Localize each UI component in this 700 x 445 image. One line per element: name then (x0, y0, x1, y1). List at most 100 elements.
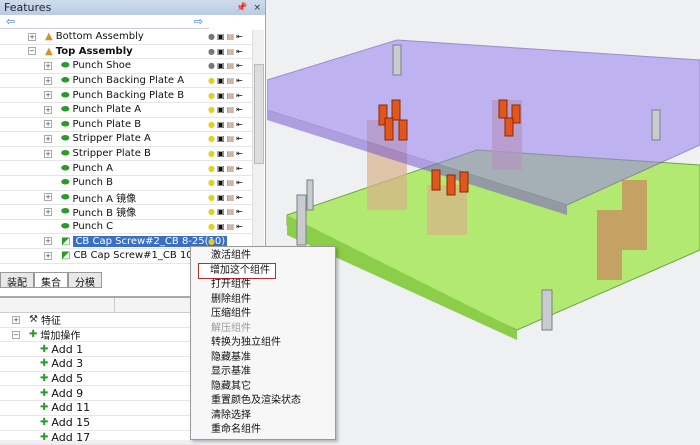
tree-row[interactable]: +⬬Punch Plate A●▣▤⇤ (0, 103, 252, 118)
lightbulb-icon[interactable]: ● (208, 120, 215, 129)
back-arrow-icon[interactable]: ⇦ (6, 15, 15, 28)
render-icon[interactable]: ▣ (217, 76, 225, 85)
context-menu-item[interactable]: 增加这个组件 (199, 264, 275, 279)
context-menu-item[interactable]: 重命名组件 (191, 423, 335, 438)
tab-assembly[interactable]: 装配 (0, 273, 34, 288)
layer-icon[interactable]: ▤ (227, 134, 235, 143)
operation-row[interactable]: ✚Add 3 (0, 357, 200, 372)
operation-row[interactable]: ✚Add 1 (0, 342, 200, 357)
tree-row[interactable]: −▲Top Assembly●▣▤⇤ (0, 45, 252, 60)
pin-flag-icon[interactable]: ⇤ (236, 76, 243, 85)
tree-row[interactable]: +⬬Punch B 镜像●▣▤⇤ (0, 205, 252, 220)
expand-toggle[interactable]: + (44, 91, 52, 99)
context-menu-item[interactable]: 删除组件 (191, 293, 335, 308)
lightbulb-icon[interactable]: ● (208, 47, 215, 56)
expand-toggle[interactable]: + (12, 316, 20, 324)
operation-row[interactable]: −✚增加操作 (0, 328, 200, 343)
render-icon[interactable]: ▣ (217, 222, 225, 231)
context-menu-item[interactable]: 转换为独立组件 (191, 336, 335, 351)
tree-row[interactable]: +⬬Punch A 镜像●▣▤⇤ (0, 191, 252, 206)
tree-row[interactable]: ⬬Punch B●▣▤⇤ (0, 176, 252, 191)
tree-row[interactable]: ⬬Punch C●▣▤⇤ (0, 220, 252, 235)
expand-toggle[interactable]: + (44, 77, 52, 85)
lightbulb-icon[interactable]: ● (208, 32, 215, 41)
render-icon[interactable]: ▣ (217, 149, 225, 158)
operation-row[interactable]: ✚Add 15 (0, 416, 200, 431)
layer-icon[interactable]: ▤ (227, 193, 235, 202)
tree-scrollbar[interactable] (252, 30, 264, 270)
lightbulb-icon[interactable]: ● (208, 134, 215, 143)
tree-row[interactable]: +⬬Punch Backing Plate A●▣▤⇤ (0, 74, 252, 89)
pin-flag-icon[interactable]: ⇤ (236, 193, 243, 202)
pin-flag-icon[interactable]: ⇤ (236, 47, 243, 56)
render-icon[interactable]: ▣ (217, 164, 225, 173)
render-icon[interactable]: ▣ (217, 32, 225, 41)
render-icon[interactable]: ▣ (217, 134, 225, 143)
layer-icon[interactable]: ▤ (227, 47, 235, 56)
operation-row[interactable]: ✚Add 11 (0, 401, 200, 416)
render-icon[interactable]: ▣ (217, 178, 225, 187)
tree-row[interactable]: +⬬Stripper Plate A●▣▤⇤ (0, 132, 252, 147)
tab-collection[interactable]: 集合 (34, 273, 68, 288)
context-menu-item[interactable]: 显示基准 (191, 365, 335, 380)
context-menu-item[interactable]: 隐藏基准 (191, 351, 335, 366)
pin-flag-icon[interactable]: ⇤ (236, 134, 243, 143)
lightbulb-icon[interactable]: ● (208, 91, 215, 100)
layer-icon[interactable]: ▤ (227, 120, 235, 129)
expand-toggle[interactable]: + (44, 252, 52, 260)
lightbulb-icon[interactable]: ● (208, 207, 215, 216)
layer-icon[interactable]: ▤ (227, 91, 235, 100)
forward-arrow-icon[interactable]: ⇨ (194, 15, 203, 28)
expand-toggle[interactable]: + (44, 150, 52, 158)
lightbulb-icon[interactable]: ● (208, 193, 215, 202)
render-icon[interactable]: ▣ (217, 120, 225, 129)
operation-row[interactable]: ✚Add 17 (0, 431, 200, 445)
lightbulb-icon[interactable]: ● (208, 149, 215, 158)
expand-toggle[interactable]: − (12, 331, 20, 339)
expand-toggle[interactable]: + (44, 106, 52, 114)
operation-row[interactable]: ✚Add 5 (0, 372, 200, 387)
pin-flag-icon[interactable]: ⇤ (236, 32, 243, 41)
context-menu-item[interactable]: 激活组件 (191, 249, 335, 264)
tree-row[interactable]: +⬬Punch Backing Plate B●▣▤⇤ (0, 88, 252, 103)
expand-toggle[interactable]: + (44, 237, 52, 245)
expand-toggle[interactable]: + (44, 193, 52, 201)
close-icon[interactable]: × (253, 3, 261, 13)
render-icon[interactable]: ▣ (217, 47, 225, 56)
scrollbar-thumb[interactable] (254, 64, 264, 164)
lightbulb-icon[interactable]: ● (208, 222, 215, 231)
layer-icon[interactable]: ▤ (227, 149, 235, 158)
expand-toggle[interactable]: − (28, 47, 36, 55)
render-icon[interactable]: ▣ (217, 207, 225, 216)
tree-row[interactable]: +⬬Stripper Plate B●▣▤⇤ (0, 147, 252, 162)
context-menu-item[interactable]: 压缩组件 (191, 307, 335, 322)
lightbulb-icon[interactable]: ● (208, 178, 215, 187)
context-menu-item[interactable]: 隐藏其它 (191, 380, 335, 395)
context-menu-item[interactable]: 打开组件 (191, 278, 335, 293)
render-icon[interactable]: ▣ (217, 193, 225, 202)
expand-toggle[interactable]: + (44, 135, 52, 143)
tree-row[interactable]: +⬬Punch Plate B●▣▤⇤ (0, 118, 252, 133)
pin-flag-icon[interactable]: ⇤ (236, 120, 243, 129)
lightbulb-icon[interactable]: ● (208, 61, 215, 70)
layer-icon[interactable]: ▤ (227, 164, 235, 173)
render-icon[interactable]: ▣ (217, 61, 225, 70)
expand-toggle[interactable]: + (44, 62, 52, 70)
expand-toggle[interactable]: + (28, 33, 36, 41)
pin-flag-icon[interactable]: ⇤ (236, 164, 243, 173)
tab-mold[interactable]: 分模 (68, 273, 102, 288)
lightbulb-icon[interactable]: ● (208, 105, 215, 114)
pin-flag-icon[interactable]: ⇤ (236, 105, 243, 114)
layer-icon[interactable]: ▤ (227, 222, 235, 231)
lightbulb-icon[interactable]: ● (208, 237, 215, 246)
operation-row[interactable]: +⚒特征 (0, 313, 200, 328)
render-icon[interactable]: ▣ (217, 91, 225, 100)
layer-icon[interactable]: ▤ (227, 61, 235, 70)
pin-flag-icon[interactable]: ⇤ (236, 91, 243, 100)
expand-toggle[interactable]: + (44, 208, 52, 216)
layer-icon[interactable]: ▤ (227, 178, 235, 187)
lightbulb-icon[interactable]: ● (208, 76, 215, 85)
context-menu-item[interactable]: 清除选择 (191, 409, 335, 424)
pin-icon[interactable]: 📌 (236, 3, 247, 13)
context-menu-item[interactable]: 重置颜色及渲染状态 (191, 394, 335, 409)
